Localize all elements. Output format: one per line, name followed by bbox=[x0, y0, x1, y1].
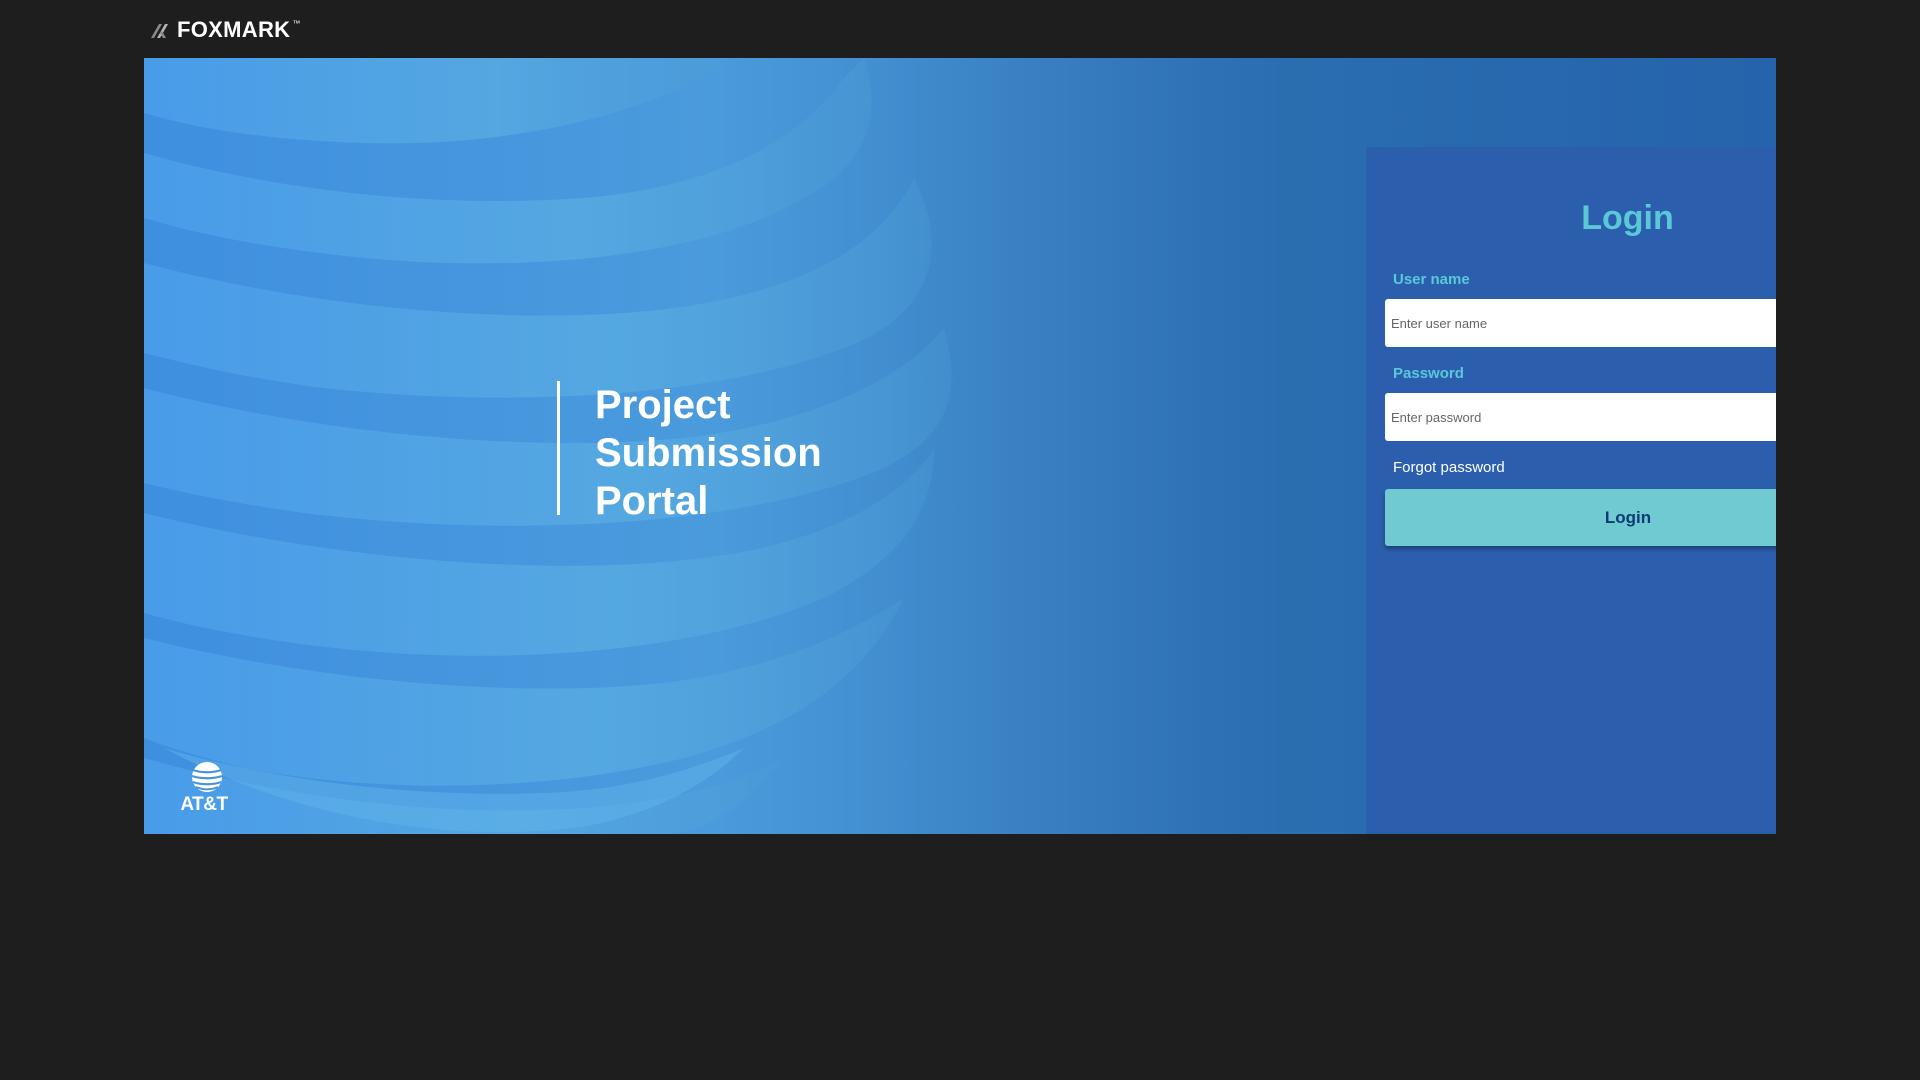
username-label: User name bbox=[1393, 271, 1470, 288]
tagline-line-3: Portal bbox=[595, 479, 709, 523]
att-logo: AT&T bbox=[176, 761, 232, 817]
login-title: Login bbox=[1581, 199, 1674, 237]
trademark-symbol: ™ bbox=[292, 19, 301, 28]
att-globe-icon bbox=[191, 762, 223, 792]
username-input[interactable] bbox=[1385, 299, 1776, 347]
password-input[interactable] bbox=[1385, 393, 1776, 441]
portal-tagline: Project Submission Portal bbox=[557, 381, 822, 523]
login-button[interactable]: Login bbox=[1385, 489, 1776, 546]
login-card: Login User name Password Forgot password… bbox=[1366, 147, 1776, 834]
foxmark-logo[interactable]: FOXMARK ™ bbox=[149, 17, 300, 43]
att-logo-text: AT&T bbox=[180, 794, 228, 815]
tagline-line-2: Submission bbox=[595, 431, 822, 475]
brand-name: FOXMARK bbox=[177, 17, 291, 42]
password-label: Password bbox=[1393, 365, 1464, 382]
hero-panel: Project Submission Portal AT&T Login Use… bbox=[144, 58, 1776, 834]
tagline-line-1: Project bbox=[595, 383, 731, 427]
foxmark-chevrons-icon bbox=[149, 20, 175, 40]
forgot-password-link[interactable]: Forgot password bbox=[1393, 459, 1505, 477]
top-bar: FOXMARK ™ bbox=[0, 0, 1920, 58]
